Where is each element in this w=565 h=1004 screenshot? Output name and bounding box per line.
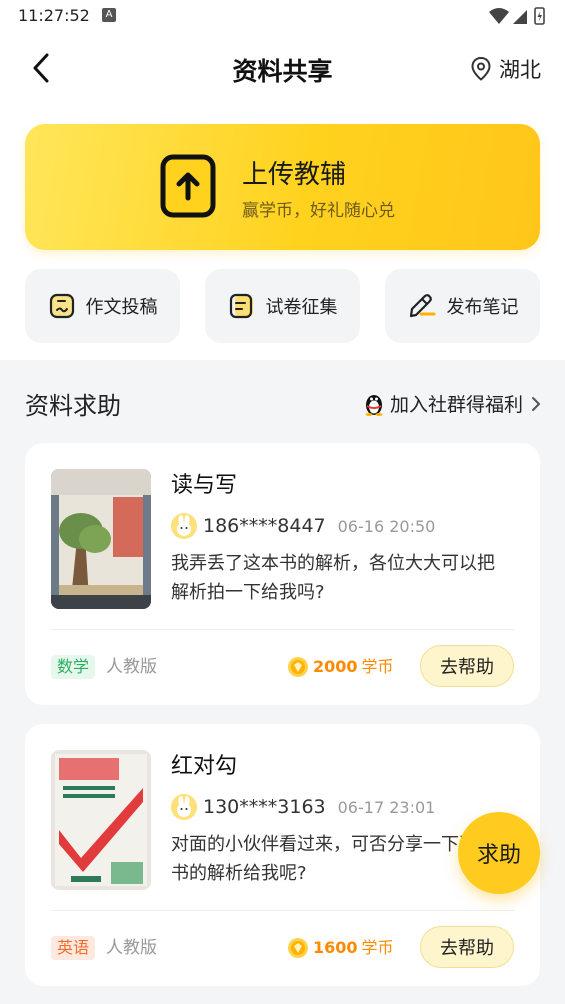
header: 资料共享 湖北 (0, 40, 565, 96)
divider (51, 910, 514, 911)
book-cover-image (51, 469, 151, 609)
avatar (171, 794, 197, 820)
quick-action-essay[interactable]: 作文投稿 (25, 269, 180, 343)
quick-action-label: 试卷征集 (265, 297, 338, 318)
status-time: 11:27:52 (18, 6, 90, 25)
banner-subtitle: 赢学币，好礼随心兑 (242, 201, 395, 221)
join-community-link[interactable]: 加入社群得福利 (364, 390, 543, 417)
banner-title: 上传教辅 (242, 160, 347, 190)
user-phone: 186****8447 (203, 515, 326, 537)
subject-tag: 英语 (51, 936, 96, 960)
status-bar: 11:27:52 A (0, 0, 565, 32)
request-user: 186****8447 06-16 20:50 (171, 513, 435, 539)
quick-action-paper[interactable]: 试卷征集 (205, 269, 360, 343)
help-button[interactable]: 去帮助 (420, 926, 514, 968)
rabbit-avatar-icon (177, 796, 191, 817)
reward: 1600 学币 (287, 936, 394, 960)
edition-label: 人教版 (106, 938, 157, 958)
rabbit-avatar-icon (177, 515, 191, 536)
edition-label: 人教版 (106, 657, 157, 677)
avatar (171, 513, 197, 539)
post-time: 06-16 20:50 (337, 516, 436, 536)
location-label: 湖北 (499, 58, 541, 82)
request-description: 我弄丢了这本书的解析，各位大大可以把解析拍一下给我吗? (171, 553, 495, 603)
reward: 2000 学币 (287, 655, 394, 679)
quick-action-label: 作文投稿 (85, 297, 158, 318)
map-pin-icon (471, 57, 491, 81)
post-time: 06-17 23:01 (337, 797, 436, 817)
status-icons (489, 7, 545, 25)
upload-banner[interactable]: 上传教辅 赢学币，好礼随心兑 (25, 124, 540, 250)
notification-badge: A (102, 8, 116, 22)
request-user: 130****3163 06-17 23:01 (171, 794, 435, 820)
essay-icon (49, 293, 74, 319)
upload-icon (160, 154, 216, 218)
reward-amount: 1600 (313, 938, 358, 957)
ask-help-fab[interactable]: 求助 (458, 812, 540, 894)
book-title: 红对勾 (171, 754, 238, 779)
subject-tag: 数学 (51, 655, 96, 679)
pencil-note-icon (409, 294, 435, 318)
help-button[interactable]: 去帮助 (420, 645, 514, 687)
user-phone: 130****3163 (203, 796, 326, 818)
qq-penguin-icon (365, 394, 383, 416)
signal-icon (513, 10, 527, 24)
coin-icon (288, 657, 308, 677)
reward-unit: 学币 (361, 657, 394, 676)
request-card[interactable]: 读与写 186****8447 06-16 20:50 我弄丢了这本书的解析，各… (25, 443, 540, 705)
community-label: 加入社群得福利 (389, 394, 523, 416)
wifi-icon (489, 8, 509, 24)
reward-amount: 2000 (313, 657, 358, 676)
divider (51, 629, 514, 630)
quick-action-note[interactable]: 发布笔记 (385, 269, 540, 343)
location-selector[interactable]: 湖北 (471, 54, 541, 84)
book-title: 读与写 (171, 473, 238, 498)
section-title: 资料求助 (25, 392, 121, 420)
reward-unit: 学币 (361, 938, 394, 957)
paper-icon (229, 293, 253, 319)
chevron-right-icon (532, 396, 540, 411)
coin-icon (288, 938, 308, 958)
book-cover-image (51, 750, 151, 890)
quick-action-label: 发布笔记 (446, 297, 519, 318)
